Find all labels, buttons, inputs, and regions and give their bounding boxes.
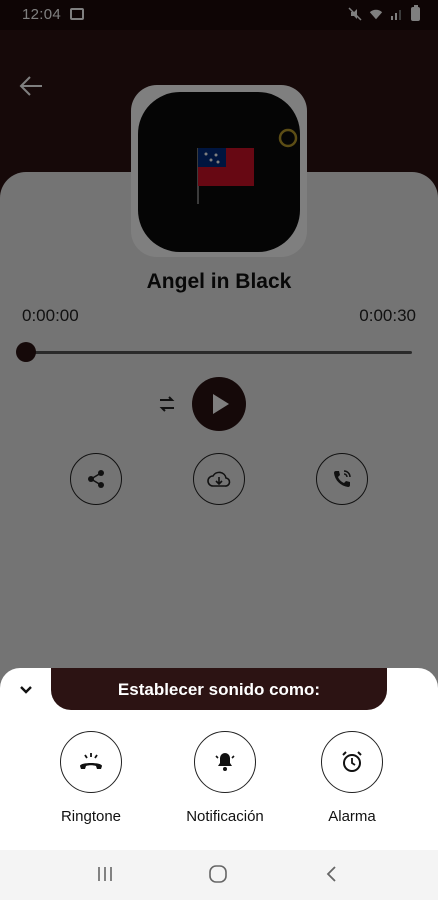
system-nav-bar [0,850,438,900]
ringtone-option-button[interactable] [60,731,122,793]
ringtone-label: Ringtone [60,808,122,825]
recent-apps-icon[interactable] [96,865,114,883]
ringtone-icon [80,753,102,769]
notification-option-button[interactable] [194,731,256,793]
chevron-down-icon[interactable] [16,682,36,698]
sheet-title: Establecer sonido como: [117,680,321,699]
notification-bell-icon [215,753,235,771]
home-icon[interactable] [208,865,228,883]
alarm-option-button[interactable] [321,731,383,793]
back-nav-icon[interactable] [325,865,339,883]
notification-label: Notificación [186,808,264,825]
alarm-clock-icon [342,751,362,772]
alarm-label: Alarma [328,808,376,825]
